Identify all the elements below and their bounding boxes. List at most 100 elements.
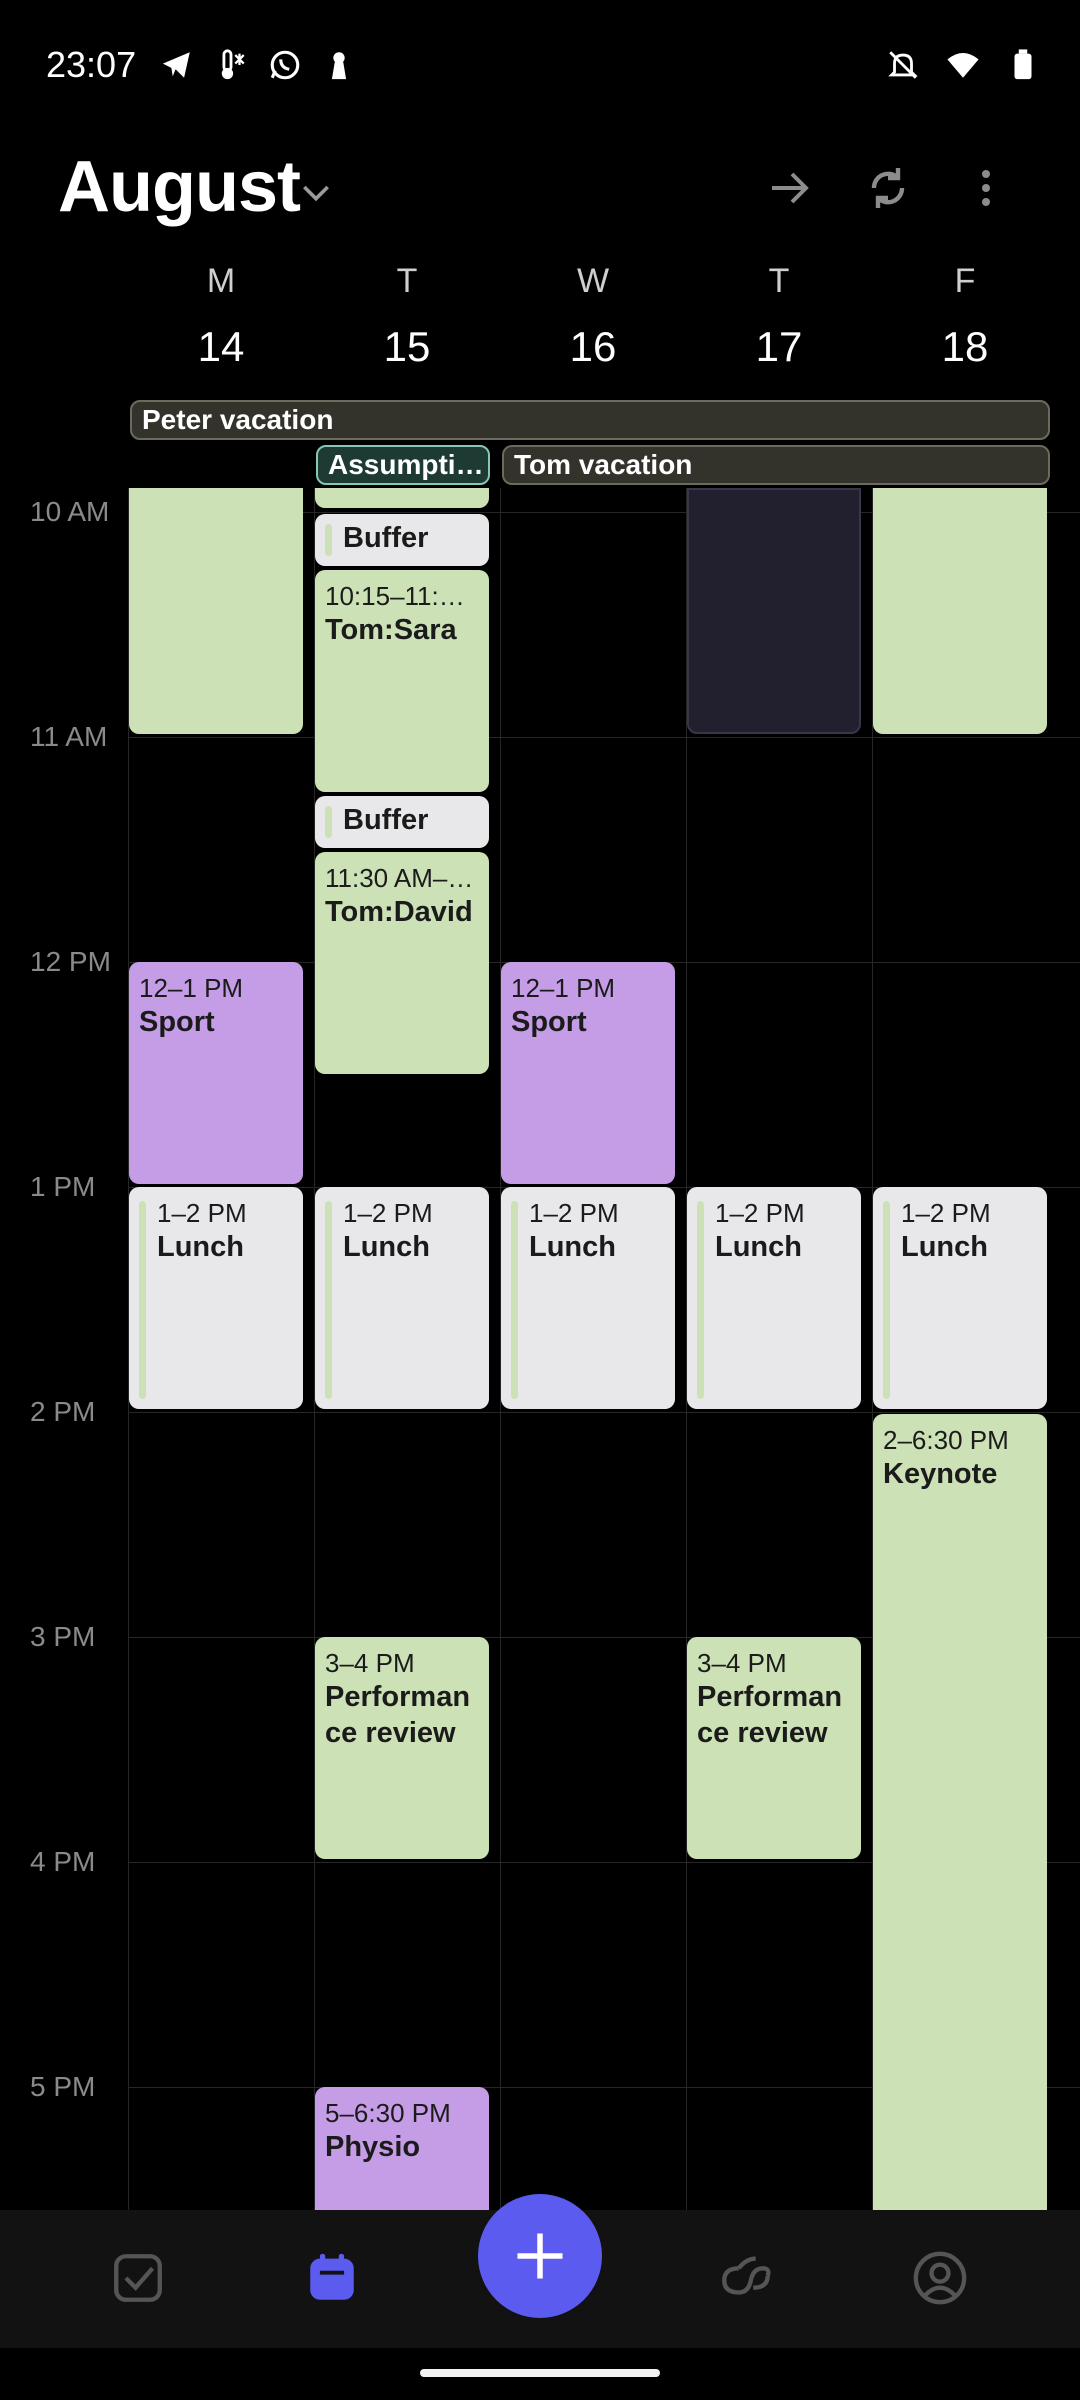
event-title: Sport — [139, 1006, 215, 1038]
time-grid[interactable]: 10 AM 11 AM 12 PM 1 PM 2 PM 3 PM 4 PM 5 … — [0, 488, 1080, 2210]
event-time: 1–2 PM — [157, 1198, 247, 1228]
event-tue-early[interactable] — [315, 488, 489, 508]
event-time: 10:15–11:… — [325, 581, 465, 611]
event-performance-review-thu[interactable]: 3–4 PM Performan ce review — [687, 1637, 861, 1859]
day-letter: F — [954, 262, 976, 300]
nav-tasks[interactable] — [108, 2248, 168, 2308]
event-time: 3–4 PM — [697, 1648, 787, 1678]
telegram-icon — [162, 52, 190, 78]
status-bar: 23:07 — [0, 0, 1080, 132]
event-title: Performan ce review — [697, 1681, 843, 1749]
event-tom-sara[interactable]: 10:15–11:… Tom:Sara — [315, 570, 489, 792]
header-actions — [760, 158, 1080, 218]
day-number: 14 — [197, 323, 245, 370]
day-header-mon[interactable]: M 14 — [128, 262, 314, 371]
hour-line — [128, 1412, 1080, 1413]
nav-profile[interactable] — [910, 2248, 970, 2308]
links-icon — [722, 2256, 771, 2295]
event-mon-morning[interactable] — [129, 488, 303, 734]
event-stripe — [325, 524, 332, 556]
event-title: Physio — [325, 2131, 421, 2163]
notification-icons — [160, 48, 356, 82]
event-title: Performan ce review — [325, 1681, 471, 1749]
add-icon — [517, 2233, 563, 2279]
event-fri-morning[interactable] — [873, 488, 1047, 734]
event-lunch-mon[interactable]: 1–2 PM Lunch — [129, 1187, 303, 1409]
more-vert-icon — [982, 170, 990, 206]
event-title: Buffer — [343, 522, 429, 554]
tasks-icon — [114, 2254, 162, 2302]
event-time: 12–1 PM — [139, 973, 244, 1003]
event-stripe — [325, 1201, 332, 1399]
calendar-icon — [310, 2253, 354, 2300]
profile-icon — [913, 2251, 967, 2305]
day-header-wed[interactable]: W 16 — [500, 262, 686, 371]
event-thu-morning[interactable] — [687, 488, 861, 734]
system-icons — [886, 48, 1040, 82]
event-tom-david[interactable]: 11:30 AM–… Tom:David — [315, 852, 489, 1074]
nav-calendar[interactable] — [302, 2248, 362, 2308]
more-options-button[interactable] — [956, 158, 1016, 218]
event-stripe — [883, 1201, 890, 1399]
status-time: 23:07 — [46, 44, 137, 85]
event-title: Lunch — [715, 1231, 802, 1263]
event-time: 1–2 PM — [901, 1198, 991, 1228]
day-letter: W — [576, 262, 610, 300]
event-title: Buffer — [343, 804, 429, 836]
event-lunch-tue[interactable]: 1–2 PM Lunch — [315, 1187, 489, 1409]
event-lunch-thu[interactable]: 1–2 PM Lunch — [687, 1187, 861, 1409]
event-stripe — [139, 1201, 146, 1399]
event-title: Lunch — [901, 1231, 988, 1263]
day-letter: T — [768, 262, 790, 300]
keyhole-icon — [331, 52, 347, 80]
next-week-button[interactable] — [760, 158, 820, 218]
event-buffer-1[interactable]: Buffer — [315, 514, 489, 566]
mute-icon — [888, 51, 918, 79]
hour-label: 3 PM — [30, 1621, 96, 1652]
day-header-thu[interactable]: T 17 — [686, 262, 872, 371]
home-indicator[interactable] — [420, 2369, 660, 2377]
add-event-button[interactable] — [478, 2194, 602, 2318]
event-title: Lunch — [157, 1231, 244, 1263]
day-letter: M — [206, 262, 236, 300]
event-lunch-wed[interactable]: 1–2 PM Lunch — [501, 1187, 675, 1409]
nav-links[interactable] — [716, 2248, 776, 2308]
event-sport-wed[interactable]: 12–1 PM Sport — [501, 962, 675, 1184]
battery-icon — [1014, 49, 1032, 80]
month-title[interactable]: August — [58, 146, 301, 228]
event-keynote[interactable]: 2–6:30 PM Keynote — [873, 1414, 1047, 2210]
day-letter: T — [396, 262, 418, 300]
event-stripe — [697, 1201, 704, 1399]
day-number: 17 — [755, 323, 803, 370]
event-time: 1–2 PM — [715, 1198, 805, 1228]
event-buffer-2[interactable]: Buffer — [315, 796, 489, 848]
thermometer-icon — [221, 49, 245, 80]
event-title: Tom:David — [325, 896, 473, 928]
event-performance-review-tue[interactable]: 3–4 PM Performan ce review — [315, 1637, 489, 1859]
event-physio[interactable]: 5–6:30 PM Physio — [315, 2087, 489, 2210]
event-stripe — [325, 806, 332, 838]
sync-button[interactable] — [858, 158, 918, 218]
day-header-tue[interactable]: T 15 — [314, 262, 500, 371]
day-number: 18 — [941, 323, 989, 370]
hour-label: 1 PM — [30, 1171, 96, 1202]
event-time: 5–6:30 PM — [325, 2098, 451, 2128]
allday-event-peter-vacation[interactable]: Peter vacation — [130, 400, 1050, 440]
event-title: Tom:Sara — [325, 614, 457, 646]
day-header-fri[interactable]: F 18 — [872, 262, 1058, 371]
event-time: 1–2 PM — [343, 1198, 433, 1228]
event-lunch-fri[interactable]: 1–2 PM Lunch — [873, 1187, 1047, 1409]
hour-label: 11 AM — [30, 721, 108, 752]
hour-label: 5 PM — [30, 2071, 96, 2102]
event-sport-mon[interactable]: 12–1 PM Sport — [129, 962, 303, 1184]
arrow-right-icon — [772, 172, 809, 204]
event-time: 12–1 PM — [511, 973, 616, 1003]
event-title: Lunch — [529, 1231, 616, 1263]
hour-line — [128, 737, 1080, 738]
hour-label: 4 PM — [30, 1846, 96, 1877]
allday-event-assumption[interactable]: Assumpti… — [316, 445, 490, 485]
event-title: Sport — [511, 1006, 587, 1038]
chevron-down-icon[interactable] — [296, 172, 336, 212]
allday-event-tom-vacation[interactable]: Tom vacation — [502, 445, 1050, 485]
hour-label: 10 AM — [30, 496, 110, 527]
